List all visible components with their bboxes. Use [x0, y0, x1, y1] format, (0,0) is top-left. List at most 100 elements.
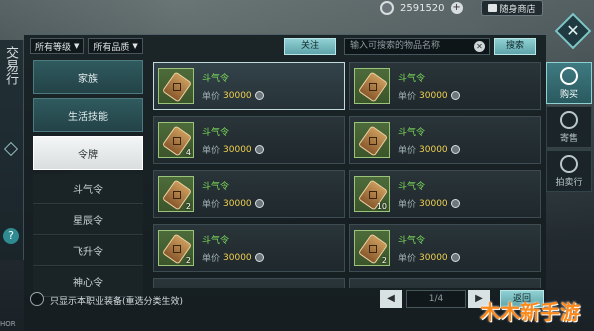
item-quantity: 2 [381, 256, 387, 265]
token-mark-icon [173, 245, 181, 253]
price-label: 单价 [202, 146, 221, 156]
item-icon-frame: 10 [354, 176, 390, 212]
price-label: 单价 [398, 254, 417, 264]
page-indicator: 1/4 [406, 290, 466, 308]
price-value: 30000 [223, 252, 252, 263]
coin-icon [254, 199, 264, 208]
token-mark-icon [173, 83, 181, 91]
token-mark-icon [369, 245, 377, 253]
price-value: 30000 [419, 198, 448, 209]
buy-icon [560, 66, 578, 85]
clear-icon[interactable]: ✕ [474, 41, 485, 52]
page-title: 交易行 [3, 46, 18, 85]
item-price: 单价 30000 [202, 89, 264, 102]
item-icon-frame [354, 122, 390, 158]
item-card-partial[interactable] [153, 278, 345, 288]
item-price: 单价 30000 [202, 197, 264, 210]
item-card[interactable]: 2 斗气令 单价 30000 [153, 170, 345, 218]
tab-buy[interactable]: 购买 [546, 62, 592, 104]
item-card[interactable]: 10 斗气令 单价 30000 [349, 170, 541, 218]
level-select[interactable]: 所有等级 ▼ [30, 38, 85, 54]
add-currency-button[interactable]: + [450, 2, 463, 14]
price-label: 单价 [398, 200, 417, 210]
item-card[interactable]: 斗气令 单价 30000 [153, 62, 345, 110]
tab-auction[interactable]: 拍卖行 [546, 150, 592, 192]
price-label: 单价 [398, 92, 417, 102]
subcategory-xingchen[interactable]: 星辰令 [33, 205, 143, 235]
item-icon-frame: 4 [158, 122, 194, 158]
quality-select[interactable]: 所有品质 ▼ [88, 38, 143, 54]
price-value: 30000 [223, 198, 252, 209]
tab-consign-label: 寄售 [559, 133, 578, 144]
shop-label: 随身商店 [499, 4, 536, 15]
item-icon-frame: 2 [158, 176, 194, 212]
follow-button[interactable]: 关注 [284, 38, 336, 55]
price-label: 单价 [202, 92, 221, 102]
right-tab-bar: 购买 寄售 拍卖行 [546, 62, 592, 194]
price-label: 单价 [398, 146, 417, 156]
item-name: 斗气令 [202, 128, 230, 138]
item-name: 斗气令 [398, 74, 426, 84]
item-price: 单价 30000 [398, 89, 460, 102]
item-quantity: 4 [185, 148, 191, 157]
item-price: 单价 30000 [202, 143, 264, 156]
item-price: 单价 30000 [398, 251, 460, 264]
watermark: 木木新手游 [480, 300, 580, 324]
category-life-skills[interactable]: 生活技能 [33, 98, 143, 132]
item-icon-frame: 2 [158, 230, 194, 266]
search-button[interactable]: 搜索 [494, 38, 536, 55]
diamond-ornament-icon [3, 141, 19, 157]
prev-page-button[interactable]: ◀ [380, 290, 402, 308]
item-price: 单价 30000 [398, 143, 460, 156]
subcategory-douqi[interactable]: 斗气令 [33, 174, 143, 204]
item-name: 斗气令 [398, 182, 426, 192]
item-icon-frame [158, 68, 194, 104]
category-family[interactable]: 家族 [33, 60, 143, 94]
tab-buy-label: 购买 [559, 89, 578, 100]
item-card[interactable]: 2 斗气令 单价 30000 [349, 224, 541, 272]
item-card-partial[interactable] [349, 278, 541, 288]
coin-icon [380, 1, 394, 15]
item-name: 斗气令 [202, 236, 230, 246]
currency-amount: 2591520 [400, 2, 445, 14]
price-value: 30000 [223, 144, 252, 155]
item-quantity: 2 [185, 256, 191, 265]
item-name: 斗气令 [202, 182, 230, 192]
item-card[interactable]: 2 斗气令 单价 30000 [153, 224, 345, 272]
item-quantity: 10 [376, 202, 387, 211]
scales-icon [560, 154, 578, 173]
price-value: 30000 [419, 252, 448, 263]
top-bar: 2591520 + 随身商店 [380, 0, 543, 16]
item-icon-frame [354, 68, 390, 104]
item-card[interactable]: 4 斗气令 单价 30000 [153, 116, 345, 164]
token-mark-icon [369, 137, 377, 145]
tab-consign[interactable]: 寄售 [546, 106, 592, 148]
coin-icon [254, 253, 264, 262]
item-quantity: 2 [185, 202, 191, 211]
item-card[interactable]: 斗气令 单价 30000 [349, 62, 541, 110]
tab-auction-label: 拍卖行 [555, 177, 583, 188]
item-card[interactable]: 斗气令 单价 30000 [349, 116, 541, 164]
chevron-down-icon: ▼ [132, 42, 138, 50]
token-mark-icon [369, 83, 377, 91]
help-icon[interactable]: ? [3, 228, 19, 244]
price-value: 30000 [419, 90, 448, 101]
chevron-down-icon: ▼ [74, 42, 80, 50]
token-mark-icon [173, 191, 181, 199]
coin-icon [450, 91, 460, 100]
category-tokens[interactable]: 令牌 [33, 136, 143, 170]
consign-icon [560, 110, 578, 129]
class-filter-checkbox[interactable] [30, 292, 44, 306]
item-icon-frame: 2 [354, 230, 390, 266]
category-list: 家族 生活技能 令牌 斗气令 星辰令 飞升令 神心令 [33, 60, 143, 298]
subcategory-feisheng[interactable]: 飞升令 [33, 236, 143, 266]
class-filter-label: 只显示本职业装备(重选分类生效) [50, 297, 184, 307]
coin-icon [254, 91, 264, 100]
search-input[interactable]: 输入可搜索的物品名称 [344, 38, 490, 55]
side-title-panel: 交易行 ? [0, 40, 24, 260]
item-name: 斗气令 [398, 128, 426, 138]
item-name: 斗气令 [202, 74, 230, 84]
shop-button[interactable]: 随身商店 [480, 0, 543, 16]
item-grid: 斗气令 单价 30000 斗气令 单价 30000 4 斗气令 单价 30000 [151, 62, 543, 288]
quality-select-value: 所有品质 [93, 42, 130, 53]
